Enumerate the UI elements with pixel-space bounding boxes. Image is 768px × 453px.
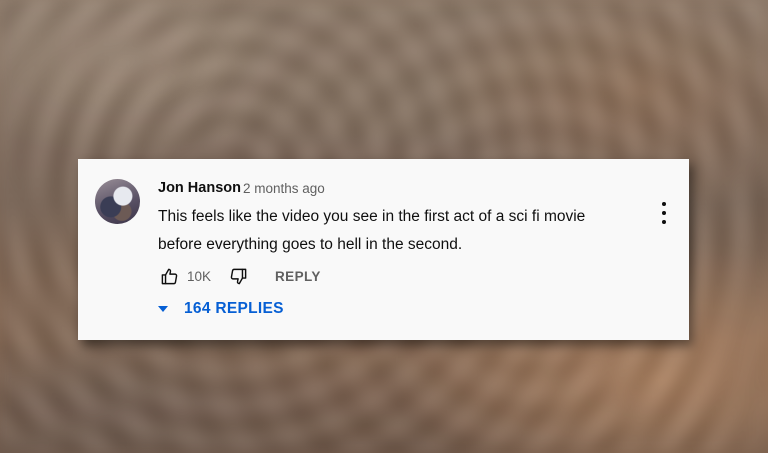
view-replies-button[interactable]: 164 REPLIES bbox=[158, 300, 284, 318]
thumbs-up-icon[interactable] bbox=[158, 265, 180, 287]
more-vert-icon[interactable] bbox=[656, 202, 672, 224]
like-count: 10K bbox=[187, 268, 212, 284]
menu-dot bbox=[662, 211, 666, 215]
thumbs-down-icon[interactable] bbox=[227, 265, 249, 287]
replies-count-label: 164 REPLIES bbox=[184, 300, 284, 317]
comment-card: Jon Hanson 2 months ago This feels like … bbox=[78, 159, 689, 340]
avatar[interactable] bbox=[95, 179, 140, 224]
comment-actions: 10K REPLY bbox=[158, 264, 321, 288]
menu-dot bbox=[662, 220, 666, 224]
menu-dot bbox=[662, 202, 666, 206]
comment-timestamp[interactable]: 2 months ago bbox=[243, 181, 325, 196]
caret-down-icon bbox=[158, 306, 168, 312]
comment-author[interactable]: Jon Hanson bbox=[158, 180, 241, 196]
comment-text: This feels like the video you see in the… bbox=[158, 208, 586, 253]
reply-button[interactable]: REPLY bbox=[275, 269, 321, 284]
